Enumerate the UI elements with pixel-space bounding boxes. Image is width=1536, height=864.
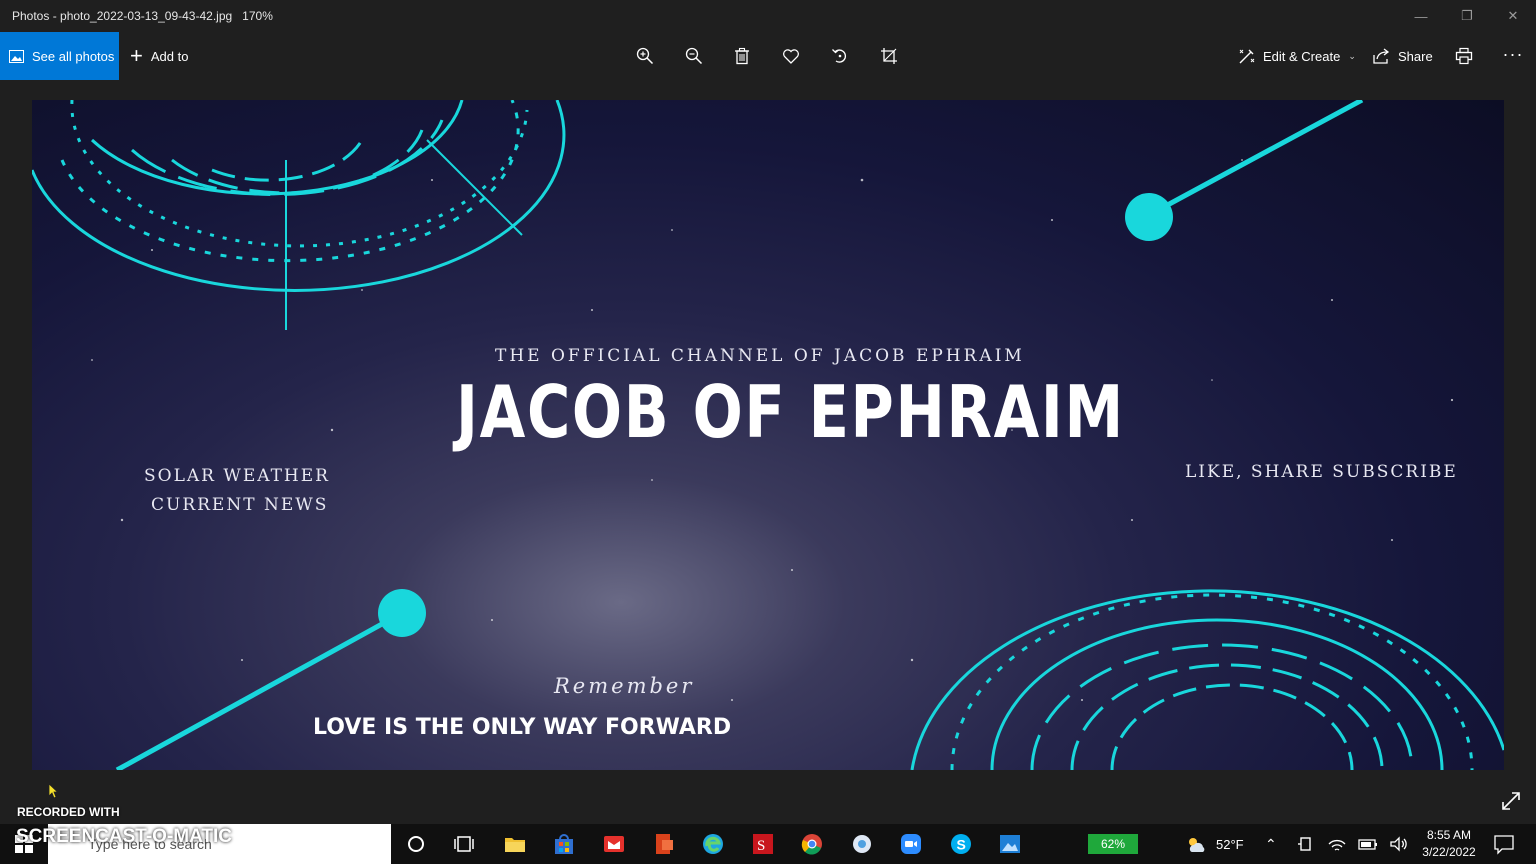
wifi-icon[interactable] [1325, 832, 1349, 856]
clock-time: 8:55 AM [1426, 828, 1472, 842]
recorder-app-icon[interactable] [850, 832, 874, 856]
favorite-icon[interactable] [778, 44, 804, 68]
photo[interactable]: THE OFFICIAL CHANNEL OF JACOB EPHRAIM JA… [32, 100, 1504, 770]
zoom-out-icon[interactable] [681, 44, 707, 68]
battery-icon[interactable] [1356, 832, 1380, 856]
left-text-line-1: SOLAR WEATHER [144, 466, 330, 486]
zoom-in-icon[interactable] [632, 44, 658, 68]
volume-icon[interactable] [1387, 832, 1411, 856]
close-icon[interactable]: ✕ [1490, 0, 1536, 32]
chevron-down-icon: ⌄ [1348, 50, 1356, 61]
print-icon[interactable] [1451, 44, 1477, 68]
file-explorer-icon[interactable] [503, 832, 527, 856]
tagline-text: LOVE IS THE ONLY WAY FORWARD [313, 715, 732, 740]
more-options-button[interactable]: ··· [1500, 44, 1526, 68]
battery-meter-app[interactable]: 62% [1088, 834, 1138, 854]
minimize-icon[interactable]: — [1398, 0, 1444, 32]
add-to-button[interactable]: + Add to [130, 32, 188, 80]
clock-date: 3/22/2022 [1422, 845, 1476, 859]
recorder-watermark-label: RECORDED WITH [17, 805, 120, 819]
device-icon[interactable] [1294, 832, 1318, 856]
notifications-icon[interactable] [1492, 832, 1516, 856]
right-text-line: LIKE, SHARE SUBSCRIBE [1185, 462, 1458, 482]
window-controls: — ❐ ✕ [1398, 0, 1536, 32]
svg-text:S: S [957, 837, 966, 853]
restore-icon[interactable]: ❐ [1444, 0, 1490, 32]
share-label: Share [1398, 48, 1433, 64]
weather-temperature[interactable]: 52°F [1216, 824, 1244, 864]
screencast-app-icon[interactable]: S [751, 832, 775, 856]
channel-subtitle: THE OFFICIAL CHANNEL OF JACOB EPHRAIM [495, 346, 1025, 366]
edit-create-button[interactable]: Edit & Create ⌄ [1238, 32, 1356, 80]
see-all-photos-button[interactable]: See all photos [0, 32, 119, 80]
office-app-icon[interactable] [652, 832, 676, 856]
weather-icon[interactable] [1184, 832, 1208, 856]
photo-viewer: THE OFFICIAL CHANNEL OF JACOB EPHRAIM JA… [0, 80, 1536, 824]
share-button[interactable]: Share [1373, 32, 1433, 80]
zoom-level: 170% [242, 9, 273, 23]
share-icon [1373, 47, 1390, 64]
photos-icon [9, 49, 24, 63]
window-title: Photos - photo_2022-03-13_09-43-42.jpg [12, 9, 233, 23]
rotate-icon[interactable] [827, 44, 853, 68]
remember-text: Remember [554, 674, 695, 698]
skype-icon[interactable]: S [949, 832, 973, 856]
see-all-photos-label: See all photos [32, 48, 115, 64]
fullscreen-icon[interactable] [1500, 790, 1522, 812]
toolbar: See all photos + Add to Edit & Create ⌄ … [0, 32, 1536, 80]
crop-icon[interactable] [876, 44, 902, 68]
zoom-app-icon[interactable] [899, 832, 923, 856]
add-to-label: Add to [150, 48, 189, 64]
svg-text:S: S [757, 838, 765, 854]
edge-browser-icon[interactable] [701, 832, 725, 856]
mail-app-icon[interactable] [602, 832, 626, 856]
chrome-browser-icon[interactable] [800, 832, 824, 856]
taskbar-clock[interactable]: 8:55 AM 3/22/2022 [1418, 827, 1480, 861]
recorder-watermark-logo: SCREENCAST-O-MATIC [16, 826, 233, 847]
photos-app-icon[interactable] [998, 832, 1022, 856]
task-view-icon[interactable] [452, 832, 476, 856]
chevron-up-icon[interactable]: ⌃ [1265, 824, 1277, 864]
channel-headline: JACOB OF EPHRAIM [456, 370, 1125, 454]
plus-icon: + [130, 43, 143, 68]
microsoft-store-icon[interactable] [552, 832, 576, 856]
left-text-line-2: CURRENT NEWS [151, 495, 329, 515]
title-bar: Photos - photo_2022-03-13_09-43-42.jpg 1… [0, 0, 1536, 32]
edit-create-label: Edit & Create [1263, 48, 1341, 64]
mouse-cursor-icon [48, 783, 58, 799]
edit-create-icon [1239, 49, 1255, 63]
delete-icon[interactable] [729, 44, 755, 68]
cortana-icon[interactable] [404, 832, 428, 856]
